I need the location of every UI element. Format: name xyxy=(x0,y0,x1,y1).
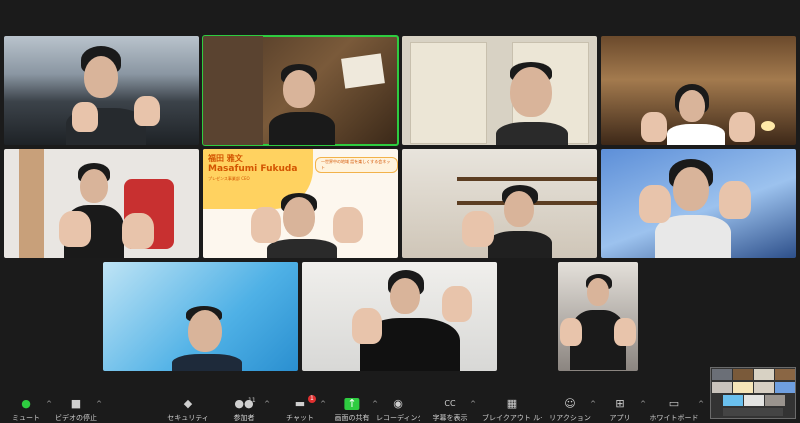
record-button[interactable]: ◉ レコーディング xyxy=(376,394,420,423)
chevron-up-icon[interactable]: ^ xyxy=(264,400,270,408)
participant-figure xyxy=(488,185,562,258)
whiteboard-icon: ▭ xyxy=(668,397,680,410)
hand-right xyxy=(614,318,636,346)
participant-figure xyxy=(667,84,731,145)
chevron-up-icon[interactable]: ^ xyxy=(46,400,52,408)
grid-icon: ▦ xyxy=(506,397,518,410)
chevron-up-icon[interactable]: ^ xyxy=(96,400,102,408)
name-japanese: 福田 雅文 xyxy=(208,154,243,163)
hand-right xyxy=(729,112,755,142)
security-button[interactable]: ◆ セキュリティ xyxy=(166,394,210,423)
hand-right xyxy=(333,207,363,243)
participant-figure xyxy=(269,64,343,145)
hand-left xyxy=(352,308,382,344)
video-tile-3[interactable] xyxy=(402,36,597,145)
bookshelf xyxy=(203,36,263,145)
chat-icon: ▬ xyxy=(294,397,306,410)
hand-left xyxy=(59,211,91,247)
hand-right xyxy=(122,213,154,249)
mic-icon: ● xyxy=(21,397,31,410)
hand-left xyxy=(72,102,98,132)
hand-left xyxy=(639,185,671,223)
apps-icon: ⊞ xyxy=(615,397,625,410)
video-tile-11[interactable] xyxy=(558,262,638,371)
video-tile-7[interactable] xyxy=(402,149,597,258)
video-stop-button[interactable]: ■ ^ ビデオの停止 xyxy=(54,394,102,423)
record-icon: ◉ xyxy=(393,397,403,410)
participant-figure xyxy=(496,62,582,145)
camera-icon: ■ xyxy=(70,397,82,410)
chat-button[interactable]: ▬ 1 ^ チャット xyxy=(278,394,326,422)
chevron-up-icon[interactable]: ^ xyxy=(470,400,476,408)
chevron-up-icon[interactable]: ^ xyxy=(640,400,646,408)
hand-right xyxy=(442,286,472,322)
shield-icon: ◆ xyxy=(183,397,193,410)
cc-icon: CC xyxy=(444,399,456,408)
video-tile-4[interactable] xyxy=(601,36,796,145)
participant-figure xyxy=(172,306,248,371)
video-tile-5[interactable] xyxy=(4,149,199,258)
breakout-rooms-button[interactable]: ▦ ブレイクアウト ルーム xyxy=(482,394,542,423)
chat-badge: 1 xyxy=(308,395,316,403)
shelf xyxy=(457,177,597,181)
chevron-up-icon[interactable]: ^ xyxy=(320,400,326,408)
smile-icon: ☺ xyxy=(564,397,576,410)
video-tile-2-active-speaker[interactable] xyxy=(202,35,399,146)
video-tile-1[interactable] xyxy=(4,36,199,145)
hand-left xyxy=(251,207,281,243)
share-screen-button[interactable]: ↑ ^ 画面の共有 xyxy=(330,394,379,423)
participant-figure xyxy=(360,270,460,371)
lamp xyxy=(761,121,775,131)
video-tile-8[interactable] xyxy=(601,149,796,258)
chevron-up-icon[interactable]: ^ xyxy=(698,400,704,408)
share-screen-icon: ↑ xyxy=(344,398,360,410)
name-english: Masafumi Fukuda xyxy=(208,164,298,174)
captions-button[interactable]: CC ^ 字幕を表示 xyxy=(428,394,477,422)
hand-left xyxy=(641,112,667,142)
participant-figure xyxy=(570,274,626,371)
whiteboard-button[interactable]: ▭ ^ ホワイトボード xyxy=(648,394,705,423)
role-text: プレゼンス事業部 CEO xyxy=(208,176,250,181)
apps-button[interactable]: ⊞ ^ アプリ xyxy=(598,394,647,423)
hand-left xyxy=(560,318,582,346)
video-tile-6-fukuda[interactable]: 福田 雅文 Masafumi Fukuda プレゼンス事業部 CEO 一世界中の… xyxy=(203,149,398,258)
hand-right xyxy=(134,96,160,126)
held-paper xyxy=(341,53,385,89)
hand-left xyxy=(462,211,494,247)
meeting-toolbar: ● ^ ミュート ■ ^ ビデオの停止 ◆ セキュリティ ●● 11 ^ 参加者… xyxy=(0,394,800,423)
participant-count: 11 xyxy=(248,397,256,404)
reactions-button[interactable]: ☺ ^ リアクション xyxy=(548,394,596,423)
chevron-up-icon[interactable]: ^ xyxy=(590,400,596,408)
hand-right xyxy=(719,181,751,219)
participants-button[interactable]: ●● 11 ^ 参加者 xyxy=(222,394,271,422)
video-tile-9[interactable] xyxy=(103,262,298,371)
video-tile-10[interactable] xyxy=(302,262,497,371)
document-backdrop xyxy=(410,42,487,144)
wall-panel xyxy=(19,149,44,258)
tagline-pill: 一世界中の地域 話を楽しくする会ネット xyxy=(315,157,398,173)
mute-button[interactable]: ● ^ ミュート xyxy=(4,394,52,423)
